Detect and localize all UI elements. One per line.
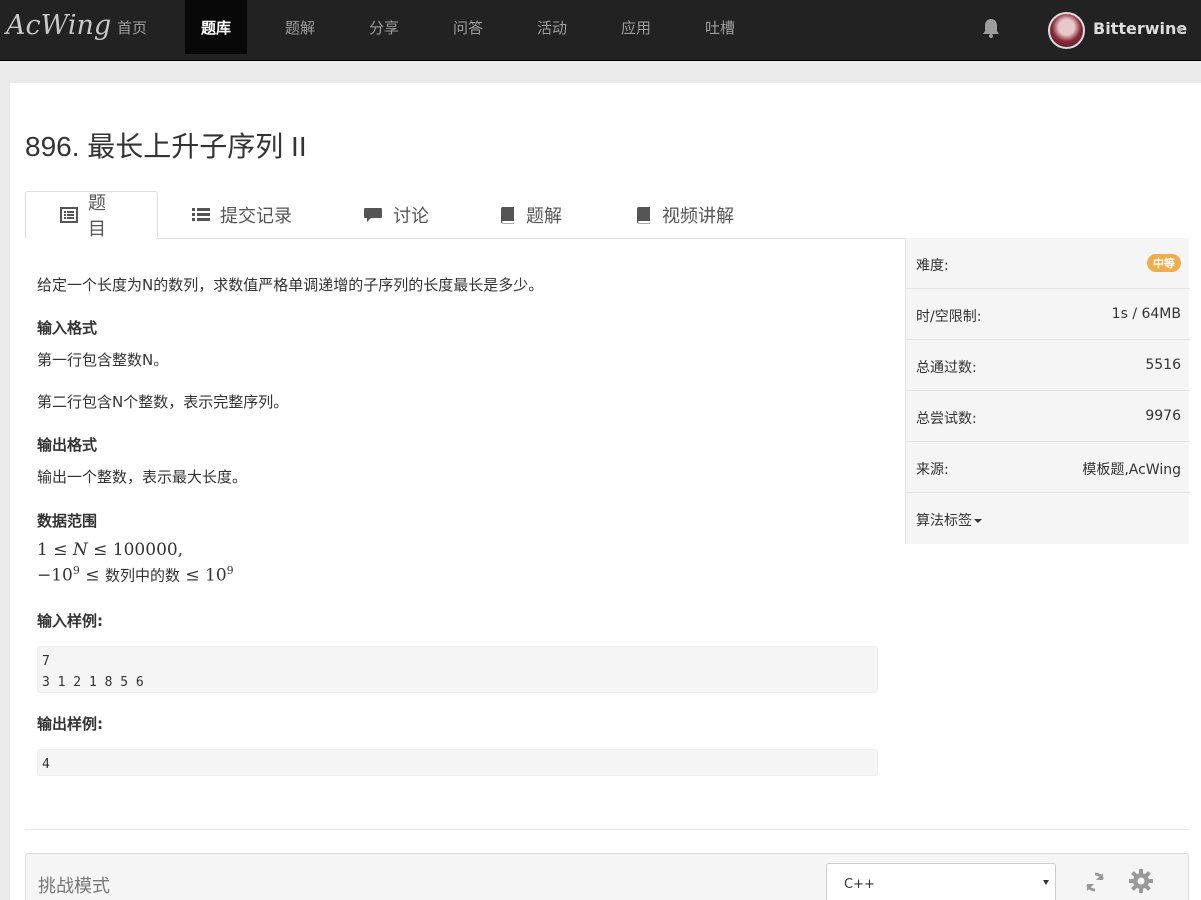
- site-logo[interactable]: AcWing: [6, 10, 111, 41]
- difficulty-row: 难度: 中等: [906, 238, 1190, 289]
- limit-value: 1s / 64MB: [1111, 306, 1181, 322]
- data-range-heading: 数据范围: [37, 512, 98, 530]
- problem-panel: 896. 最长上升子序列 II 题目 提交记录 讨论 题解 视频讲解 给定一个长…: [10, 83, 1201, 900]
- tried-value: 9976: [1145, 408, 1181, 424]
- passed-row: 总通过数: 5516: [906, 340, 1190, 391]
- gear-icon[interactable]: [1128, 868, 1154, 898]
- challenge-mode-label[interactable]: 挑战模式: [38, 872, 110, 898]
- caret-down-icon: [974, 519, 982, 523]
- passed-value: 5516: [1145, 357, 1181, 373]
- sample-output-heading: 输出样例:: [37, 715, 103, 733]
- input-format-line: 第二行包含N个整数，表示完整序列。: [37, 393, 289, 411]
- output-format-heading: 输出格式: [37, 436, 98, 454]
- tab-submissions[interactable]: 提交记录: [158, 191, 326, 239]
- input-format-heading: 输入格式: [37, 319, 98, 337]
- source-value: 模板题,AcWing: [1082, 462, 1181, 478]
- tab-label: 视频讲解: [662, 206, 734, 227]
- nav-item-qa[interactable]: 问答: [437, 0, 499, 54]
- tab-label: 题解: [526, 206, 562, 227]
- book-icon: [500, 206, 516, 224]
- problem-description: 给定一个长度为N的数列，求数值严格单调递增的子序列的长度最长是多少。: [37, 276, 544, 294]
- tab-discussion[interactable]: 讨论: [329, 191, 463, 239]
- output-format-text: 输出一个整数，表示最大长度。: [37, 468, 248, 486]
- problem-info-sidebar: 难度: 中等 时/空限制: 1s / 64MB 总通过数: 5516 总尝试数:…: [905, 238, 1190, 544]
- nav-item-feedback[interactable]: 吐槽: [689, 0, 751, 54]
- username[interactable]: Bitterwine: [1093, 19, 1187, 38]
- editor-header: 挑战模式 C++: [25, 853, 1189, 900]
- difficulty-label: 难度:: [916, 258, 949, 274]
- tried-label: 总尝试数:: [916, 411, 977, 427]
- limit-row: 时/空限制: 1s / 64MB: [906, 289, 1190, 340]
- tab-problem[interactable]: 题目: [25, 191, 158, 240]
- tab-video[interactable]: 视频讲解: [602, 191, 768, 239]
- nav-item-problems[interactable]: 题库: [185, 0, 247, 54]
- divider: [25, 829, 1189, 830]
- tried-row: 总尝试数: 9976: [906, 391, 1190, 442]
- refresh-icon[interactable]: [1083, 870, 1107, 898]
- sample-input-heading: 输入样例:: [37, 612, 103, 630]
- algorithm-tags-toggle[interactable]: 算法标签: [906, 493, 1190, 544]
- passed-label: 总通过数:: [916, 360, 977, 376]
- tags-label: 算法标签: [916, 513, 972, 529]
- data-range-math: 1 ≤ N ≤ 100000,: [37, 540, 184, 560]
- source-row: 来源: 模板题,AcWing: [906, 442, 1190, 493]
- chevron-down-icon[interactable]: [1176, 28, 1184, 33]
- nav-item-home[interactable]: 首页: [101, 0, 163, 54]
- nav-item-apps[interactable]: 应用: [605, 0, 667, 54]
- book-icon: [636, 206, 652, 224]
- top-navbar: AcWing 首页 题库 题解 分享 问答 活动 应用 吐槽 Bitterwin…: [0, 0, 1201, 61]
- list-alt-icon: [60, 207, 78, 223]
- language-value: C++: [844, 877, 875, 892]
- tab-solutions[interactable]: 题解: [466, 191, 596, 239]
- nav-item-activity[interactable]: 活动: [521, 0, 583, 54]
- limit-label: 时/空限制:: [916, 309, 982, 325]
- nav-item-solutions[interactable]: 题解: [269, 0, 331, 54]
- nav-item-share[interactable]: 分享: [353, 0, 415, 54]
- data-range-math: −109 ≤ 数列中的数 ≤ 109: [37, 564, 234, 586]
- chevron-down-icon: [1043, 880, 1049, 885]
- language-select[interactable]: C++: [826, 863, 1056, 900]
- tab-label: 题目: [88, 193, 106, 240]
- comment-icon: [363, 207, 383, 223]
- sample-input-code[interactable]: 7 3 1 2 1 8 5 6: [37, 646, 878, 693]
- bell-icon[interactable]: [980, 17, 1002, 39]
- tab-label: 提交记录: [220, 206, 292, 227]
- tab-label: 讨论: [393, 206, 429, 227]
- source-label: 来源:: [916, 462, 949, 478]
- sample-output-code[interactable]: 4: [37, 749, 878, 776]
- input-format-line: 第一行包含整数N。: [37, 351, 169, 369]
- list-icon: [192, 207, 210, 223]
- difficulty-badge: 中等: [1147, 254, 1181, 272]
- page-title: 896. 最长上升子序列 II: [25, 131, 307, 162]
- avatar[interactable]: [1048, 12, 1085, 49]
